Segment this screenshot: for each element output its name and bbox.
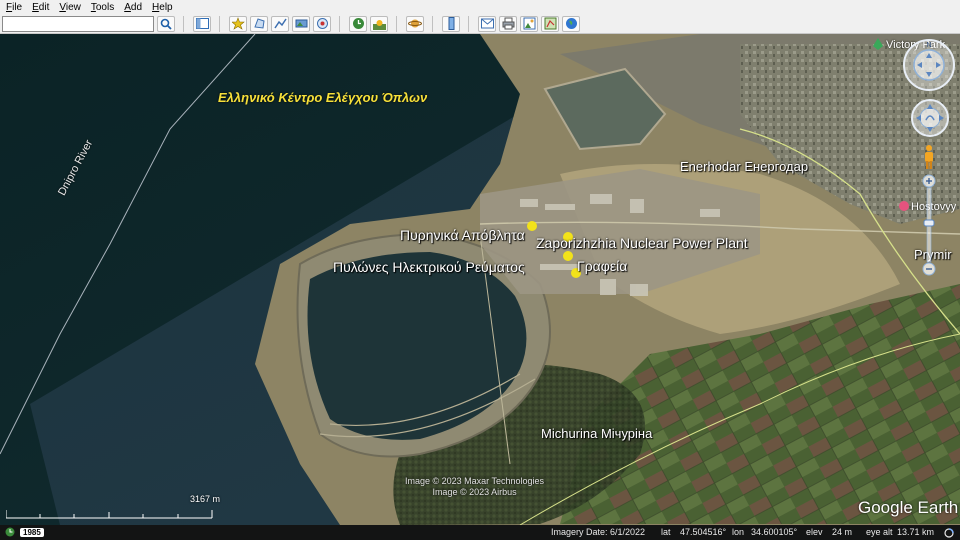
map-view-icon xyxy=(544,17,556,30)
toolbar-separator xyxy=(396,15,397,32)
search-icon xyxy=(160,18,172,30)
add-image-overlay-button[interactable] xyxy=(292,15,310,32)
park-marker-icon[interactable] xyxy=(872,38,884,50)
historical-clock-icon[interactable] xyxy=(5,527,15,537)
menu-tools[interactable]: Tools xyxy=(91,2,114,13)
toolbar-separator xyxy=(219,15,220,32)
menu-help[interactable]: Help xyxy=(152,2,173,13)
label-arms-center[interactable]: Ελληνικό Κέντρο Ελέγχου Όπλων xyxy=(218,90,427,105)
label-michurina[interactable]: Michurina Мічуріна xyxy=(541,426,652,441)
status-bar: 1985 Imagery Date: 6/1/2022 lat 47.50451… xyxy=(0,525,960,540)
image-overlay-icon xyxy=(295,19,307,28)
add-polygon-button[interactable] xyxy=(250,15,268,32)
label-offices[interactable]: Γραφεία xyxy=(577,258,627,274)
path-icon xyxy=(273,18,287,29)
email-button[interactable] xyxy=(478,15,496,32)
sunlight-button[interactable] xyxy=(370,15,388,32)
eye-alt-label: eye alt xyxy=(866,527,893,537)
toolbar-separator xyxy=(432,15,433,32)
imagery-copyright: Image © 2023 Maxar Technologies Image © … xyxy=(405,476,544,498)
record-tour-icon xyxy=(316,18,328,29)
menu-edit[interactable]: Edit xyxy=(32,2,49,13)
search-button[interactable] xyxy=(157,15,175,32)
eye-altitude-value: 13.71 km xyxy=(897,527,935,537)
planets-button[interactable] xyxy=(406,15,424,32)
satellite-imagery xyxy=(0,34,960,525)
menu-file[interactable]: File xyxy=(6,2,22,13)
elevation-value: 24 m xyxy=(832,527,853,537)
earth-gallery-button[interactable] xyxy=(562,15,580,32)
sunlight-icon xyxy=(372,20,386,30)
copyright-maxar: Image © 2023 Maxar Technologies xyxy=(405,476,545,486)
menu-view[interactable]: View xyxy=(59,2,81,13)
ruler-icon xyxy=(448,17,454,30)
street-view-pegman-icon[interactable] xyxy=(922,144,936,170)
label-nuclear-waste[interactable]: Πυρηνικά Απόβλητα xyxy=(400,227,525,243)
label-power-pylons[interactable]: Πυλώνες Ηλεκτρικού Ρεύματος xyxy=(333,259,525,275)
toolbar-separator xyxy=(468,15,469,32)
placemark-pin-icon[interactable] xyxy=(526,220,538,232)
toolbar xyxy=(0,14,960,34)
earth-icon xyxy=(565,18,577,29)
label-enerhodar[interactable]: Enerhodar Енергодар xyxy=(680,159,808,174)
record-tour-button[interactable] xyxy=(313,15,331,32)
zoom-slider[interactable] xyxy=(922,174,936,276)
add-placemark-button[interactable] xyxy=(229,15,247,32)
ruler-button[interactable] xyxy=(442,15,460,32)
print-icon xyxy=(502,17,514,30)
historical-imagery-icon xyxy=(352,18,364,29)
view-in-maps-button[interactable] xyxy=(541,15,559,32)
look-joystick[interactable]: N xyxy=(902,38,956,92)
planets-icon xyxy=(408,19,422,28)
menu-add[interactable]: Add xyxy=(124,2,142,13)
historical-imagery-button[interactable] xyxy=(349,15,367,32)
save-image-button[interactable] xyxy=(520,15,538,32)
scale-label: 3167 m xyxy=(190,494,221,504)
sidebar-toggle-button[interactable] xyxy=(193,15,211,32)
map-viewport[interactable]: Ελληνικό Κέντρο Ελέγχου Όπλων Dnipro Riv… xyxy=(0,34,960,525)
print-button[interactable] xyxy=(499,15,517,32)
polygon-icon xyxy=(253,18,265,29)
pink-marker-icon[interactable] xyxy=(898,200,910,212)
latitude-value: 47.504516° xyxy=(680,527,727,537)
save-image-icon xyxy=(523,17,535,30)
google-earth-logo: Google Earth xyxy=(858,498,959,517)
move-joystick[interactable] xyxy=(910,98,950,138)
toolbar-separator xyxy=(183,15,184,32)
add-path-button[interactable] xyxy=(271,15,289,32)
elev-label: elev xyxy=(806,527,823,537)
historical-year-badge[interactable]: 1985 xyxy=(20,528,44,537)
search-input[interactable] xyxy=(2,15,154,32)
placemark-pin-icon[interactable] xyxy=(562,250,574,262)
copyright-airbus: Image © 2023 Airbus xyxy=(432,487,517,497)
imagery-date: Imagery Date: 6/1/2022 xyxy=(551,527,646,537)
label-nuclear-power-plant[interactable]: Zaporizhzhia Nuclear Power Plant xyxy=(536,235,748,251)
toolbar-separator xyxy=(339,15,340,32)
longitude-value: 34.600105° xyxy=(751,527,798,537)
email-icon xyxy=(480,18,494,29)
scale-ruler-icon xyxy=(6,510,213,519)
svg-text:N: N xyxy=(926,42,931,49)
scale-bar: 3167 m xyxy=(6,494,220,522)
streaming-indicator-icon xyxy=(944,528,954,538)
sidebar-icon xyxy=(195,18,209,29)
lat-label: lat xyxy=(661,527,671,537)
menu-bar: File Edit View Tools Add Help xyxy=(0,0,960,14)
placemark-icon xyxy=(231,17,245,30)
lon-label: lon xyxy=(732,527,745,537)
